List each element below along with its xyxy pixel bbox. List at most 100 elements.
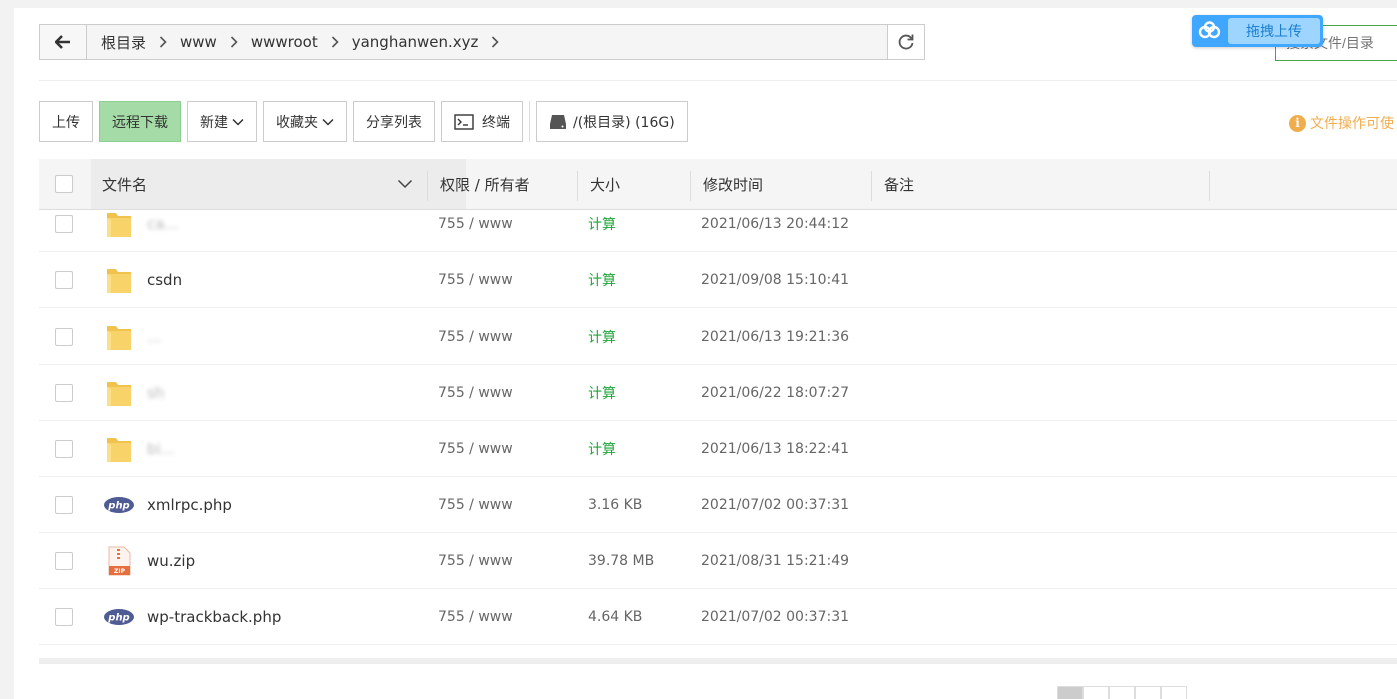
folder-icon <box>107 326 131 350</box>
refresh-button[interactable] <box>887 25 924 59</box>
file-mtime: 2021/06/13 19:21:36 <box>701 329 850 345</box>
file-name-text: sh <box>147 384 165 402</box>
table-row[interactable]: php xmlrpc.php 755 / www 3.16 KB 2021/07… <box>39 477 1397 533</box>
file-permission[interactable]: 755 / www <box>438 477 513 533</box>
php-file-icon: php <box>104 497 134 513</box>
page-button[interactable] <box>1109 686 1135 699</box>
file-size: 39.78 MB <box>588 553 655 569</box>
header-name[interactable]: 文件名 <box>102 159 416 209</box>
table-row[interactable]: bi... 755 / www 计算 2021/06/13 18:22:41 <box>39 421 1397 477</box>
left-gutter <box>0 0 14 699</box>
cloud-icon <box>1192 15 1228 47</box>
disk-label: /(根目录) (16G) <box>573 114 675 131</box>
table-row[interactable]: ... 755 / www 计算 2021/06/13 19:21:36 <box>39 309 1397 365</box>
folder-icon <box>107 213 131 237</box>
arrow-left-icon <box>55 35 70 49</box>
drag-upload-button[interactable]: 拖拽上传 <box>1192 15 1323 47</box>
folder-icon <box>107 438 131 462</box>
file-size: 4.64 KB <box>588 609 643 625</box>
row-checkbox[interactable] <box>55 552 73 570</box>
calculate-size-link[interactable]: 计算 <box>588 309 616 365</box>
drag-upload-label: 拖拽上传 <box>1228 18 1320 44</box>
file-permission[interactable]: 755 / www <box>438 309 513 365</box>
calculate-size-link[interactable]: 计算 <box>588 365 616 421</box>
table-row[interactable]: csdn 755 / www 计算 2021/09/08 15:10:41 <box>39 252 1397 308</box>
table-row[interactable]: ZIP wu.zip 755 / www 39.78 MB 2021/08/31… <box>39 533 1397 589</box>
disk-button[interactable]: /(根目录) (16G) <box>536 101 688 142</box>
table-row[interactable]: php wp-trackback.php 755 / www 4.64 KB 2… <box>39 589 1397 645</box>
select-all-checkbox[interactable] <box>55 175 73 193</box>
page-button[interactable] <box>1161 686 1187 699</box>
file-name[interactable]: ca... <box>147 210 179 252</box>
terminal-button[interactable]: 终端 <box>441 101 523 142</box>
file-mtime: 2021/07/02 00:37:31 <box>701 497 850 513</box>
row-checkbox[interactable] <box>55 271 73 289</box>
file-name[interactable]: xmlrpc.php <box>147 477 232 533</box>
file-list: ca... 755 / www 计算 2021/06/13 20:44:12 c… <box>39 210 1397 660</box>
table-row[interactable]: ca... 755 / www 计算 2021/06/13 20:44:12 <box>39 210 1397 252</box>
terminal-icon <box>454 113 474 130</box>
pagination <box>1057 686 1187 699</box>
header-mtime[interactable]: 修改时间 <box>703 159 763 209</box>
calculate-size-link[interactable]: 计算 <box>588 210 616 252</box>
page-button-active[interactable] <box>1057 686 1083 699</box>
breadcrumb-wwwroot[interactable]: wwwroot <box>245 33 324 51</box>
file-name[interactable]: wp-trackback.php <box>147 589 281 645</box>
file-mtime: 2021/09/08 15:10:41 <box>701 272 850 288</box>
sort-icon-wrap <box>397 159 413 209</box>
info-icon: i <box>1289 114 1306 132</box>
file-permission[interactable]: 755 / www <box>438 210 513 252</box>
row-checkbox[interactable] <box>55 215 73 233</box>
row-checkbox[interactable] <box>55 440 73 458</box>
row-checkbox[interactable] <box>55 328 73 346</box>
file-permission[interactable]: 755 / www <box>438 533 513 589</box>
file-name[interactable]: wu.zip <box>147 533 195 589</box>
favorites-dropdown-button[interactable]: 收藏夹 <box>263 101 347 142</box>
svg-text:php: php <box>107 501 129 512</box>
remote-download-label: 远程下载 <box>112 114 168 131</box>
file-name[interactable]: ... <box>147 309 161 365</box>
row-checkbox[interactable] <box>55 608 73 626</box>
table-bottom-band <box>39 658 1397 664</box>
file-name[interactable]: csdn <box>147 252 182 308</box>
file-permission[interactable]: 755 / www <box>438 589 513 645</box>
select-all-cell <box>55 159 73 209</box>
header-perm[interactable]: 权限 / 所有者 <box>440 159 530 209</box>
new-dropdown-button[interactable]: 新建 <box>187 101 257 142</box>
share-list-label: 分享列表 <box>366 114 422 131</box>
breadcrumb-site[interactable]: yanghanwen.xyz <box>346 33 485 51</box>
file-permission[interactable]: 755 / www <box>438 365 513 421</box>
row-checkbox[interactable] <box>55 384 73 402</box>
breadcrumb-root[interactable]: 根目录 <box>95 32 152 53</box>
header-name-label: 文件名 <box>102 175 148 194</box>
header-size[interactable]: 大小 <box>590 159 620 209</box>
table-row[interactable]: sh 755 / www 计算 2021/06/22 18:07:27 <box>39 365 1397 421</box>
column-divider <box>427 171 428 201</box>
hard-drive-icon <box>550 114 566 129</box>
file-name-text: ... <box>147 328 162 346</box>
tip-text: 文件操作可使 <box>1310 116 1394 132</box>
file-manager-page: 根目录 www wwwroot yanghanwen.xyz 搜索文件/目录 拖… <box>0 0 1397 699</box>
calculate-size-link[interactable]: 计算 <box>588 252 616 308</box>
file-name[interactable]: bi... <box>147 421 175 477</box>
file-permission[interactable]: 755 / www <box>438 252 513 308</box>
upload-button[interactable]: 上传 <box>39 101 93 142</box>
page-button[interactable] <box>1135 686 1161 699</box>
chevron-down-icon[interactable] <box>397 179 413 189</box>
page-button[interactable] <box>1083 686 1109 699</box>
breadcrumb: 根目录 www wwwroot yanghanwen.xyz <box>87 25 887 59</box>
file-permission[interactable]: 755 / www <box>438 421 513 477</box>
back-button[interactable] <box>40 25 87 59</box>
php-file-icon: php <box>104 609 134 625</box>
share-list-button[interactable]: 分享列表 <box>353 101 435 142</box>
chevron-down-icon <box>232 118 244 126</box>
file-name[interactable]: sh <box>147 365 164 421</box>
row-checkbox[interactable] <box>55 496 73 514</box>
top-strip <box>14 0 1397 8</box>
remote-download-button[interactable]: 远程下载 <box>99 101 181 142</box>
calculate-size-link[interactable]: 计算 <box>588 421 616 477</box>
breadcrumb-www[interactable]: www <box>174 33 223 51</box>
upload-label: 上传 <box>52 114 80 131</box>
file-size: 3.16 KB <box>588 497 643 513</box>
header-note[interactable]: 备注 <box>884 159 914 209</box>
